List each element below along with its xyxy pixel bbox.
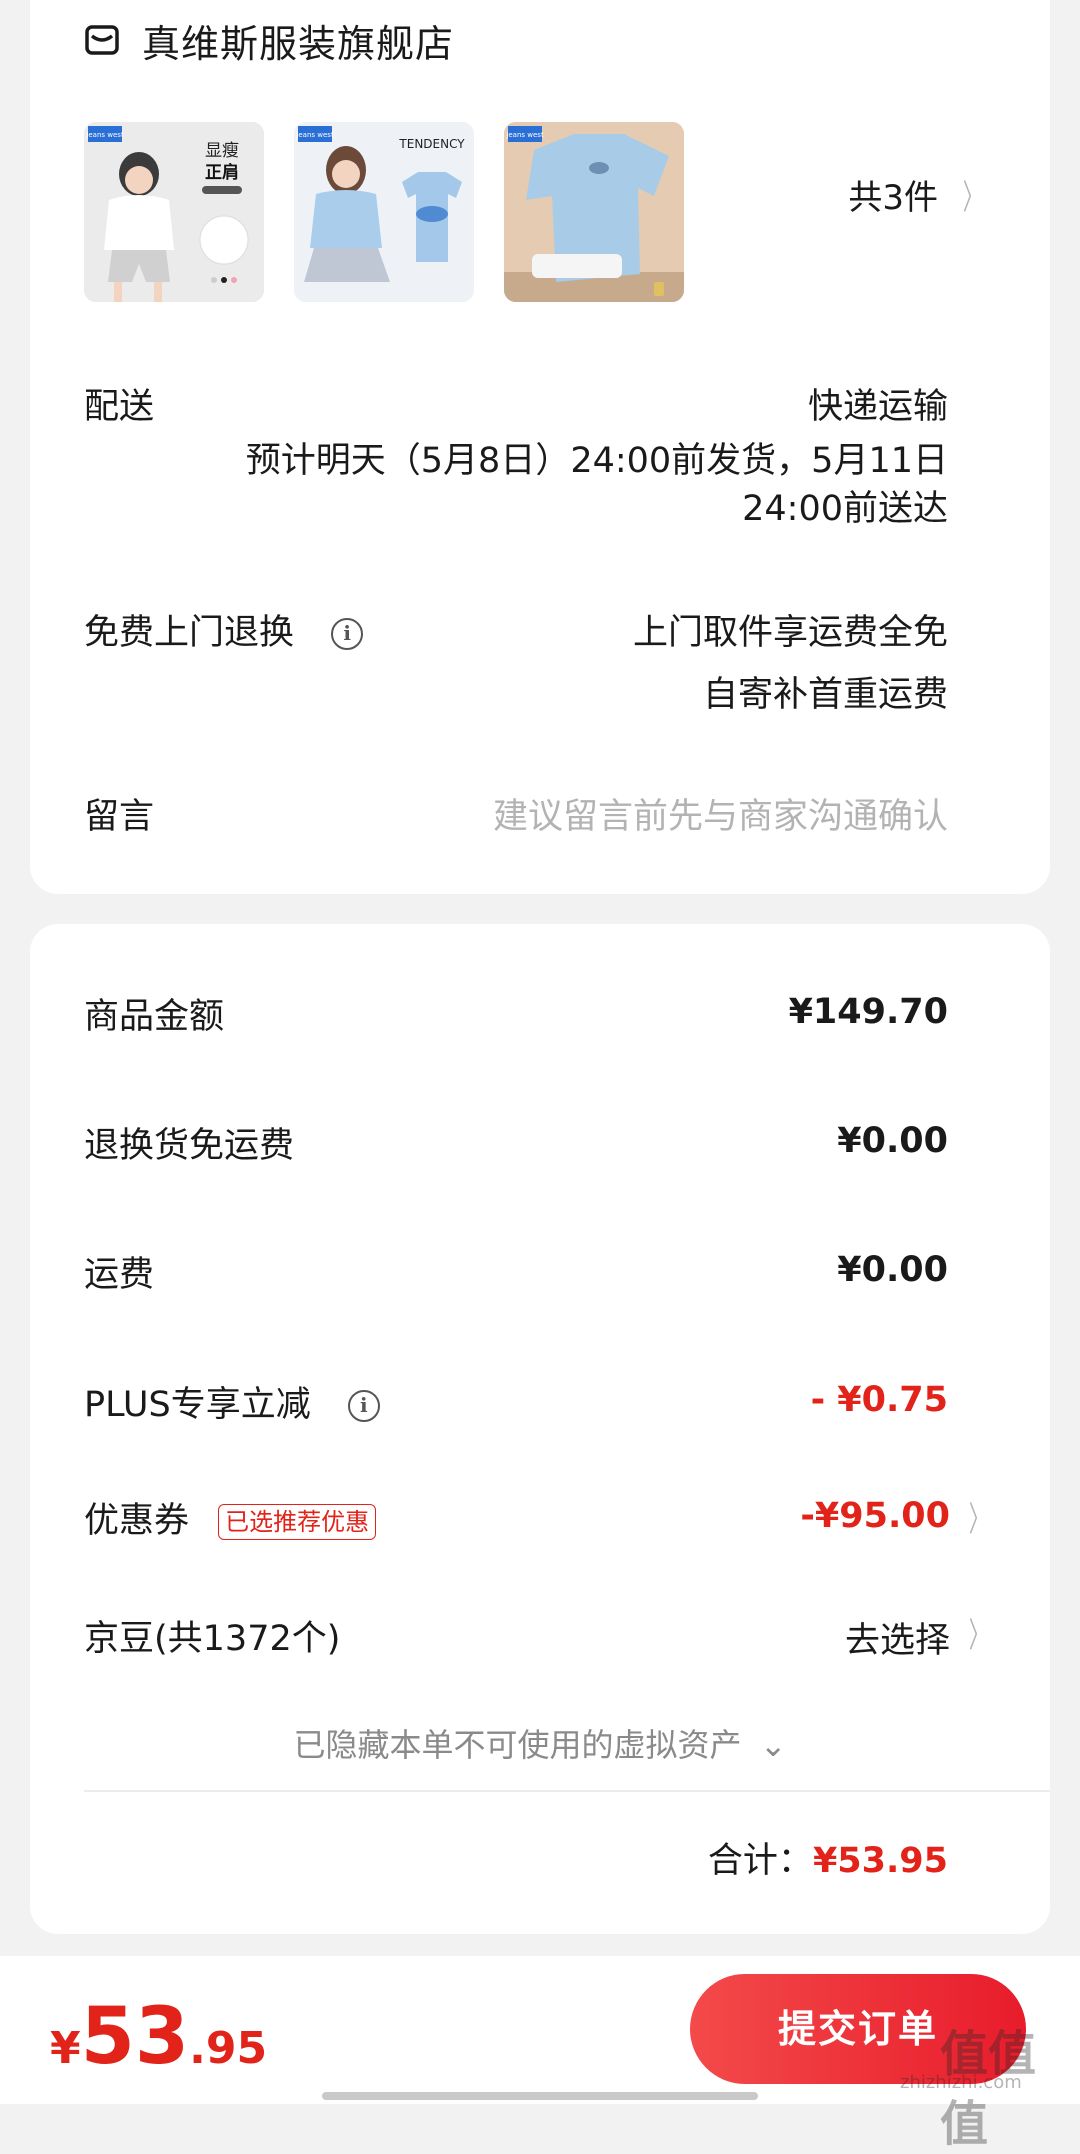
info-icon[interactable]: i [347, 1390, 380, 1422]
info-icon[interactable]: i [331, 618, 364, 650]
coupon-label: 优惠券 [84, 1501, 190, 1541]
return-free-label: 退换货免运费 [84, 1126, 295, 1166]
plus-discount-value: - ¥0.75 [810, 1380, 948, 1420]
shipping-label: 运费 [84, 1255, 155, 1295]
product-thumbnail-3[interactable]: Jeans west [504, 122, 684, 302]
total-label: 合计： [707, 1841, 813, 1881]
thumb2-text: TENDENCY [398, 137, 465, 151]
shipping-value: ¥0.00 [837, 1250, 948, 1290]
item-count-label: 共3件 [848, 178, 938, 218]
return-service-label: 免费上门退换 [84, 613, 295, 653]
total-row: 合计：¥53.95 [708, 1832, 948, 1883]
order-items-card: 真维斯服装旗舰店 Jeans west 显瘦 正肩 Jeans west TEN… [30, 0, 1050, 894]
message-label: 留言 [84, 797, 155, 837]
hidden-assets-toggle[interactable]: 已隐藏本单不可使用的虚拟资产 ⌄ [30, 1720, 1050, 1766]
return-service-row: 免费上门退换 i [84, 604, 364, 655]
return-service-value-1: 上门取件享运费全免 [632, 613, 948, 653]
item-count[interactable]: 共3件 〉 [848, 170, 990, 219]
delivery-estimate-line1: 预计明天（5月8日）24:00前发货，5月11日 [245, 441, 948, 481]
coupon-row: 优惠券 已选推荐优惠 [84, 1492, 377, 1543]
delivery-label: 配送 [84, 387, 155, 427]
brand-badge-3: Jeans west [505, 131, 544, 139]
hidden-assets-note: 已隐藏本单不可使用的虚拟资产 [293, 1726, 742, 1764]
currency-symbol: ¥ [50, 2023, 81, 2074]
thumb1-text-2: 正肩 [205, 162, 239, 183]
chevron-right-icon: 〉 [962, 178, 984, 218]
bottom-bar: ¥53.95 提交订单 值值值 zhizhizhi.com [0, 1956, 1080, 2152]
home-indicator[interactable] [322, 2092, 758, 2100]
thumb1-text-1: 显瘦 [205, 141, 239, 161]
store-name: 真维斯服装旗舰店 [142, 21, 455, 66]
delivery-estimate-line2: 24:00前送达 [742, 489, 948, 529]
total-value: ¥53.95 [812, 1841, 948, 1881]
price-integer: 53 [80, 1992, 190, 2082]
coupon-tag: 已选推荐优惠 [218, 1504, 377, 1540]
message-input[interactable]: 建议留言前先与商家沟通确认 [493, 788, 948, 839]
watermark-url: zhizhizhi.com [900, 2072, 1022, 2093]
return-service-value-2: 自寄补首重运费 [702, 675, 948, 715]
chevron-right-icon[interactable]: 〉 [969, 1492, 989, 1541]
delivery-method[interactable]: 快递运输 [808, 378, 948, 429]
return-free-value: ¥0.00 [837, 1121, 948, 1161]
price-decimal: .95 [189, 2023, 268, 2074]
store-header[interactable]: 真维斯服装旗舰店 [84, 10, 454, 70]
store-icon [85, 25, 119, 55]
brand-badge-2: Jeans west [295, 131, 334, 139]
divider [84, 1790, 1050, 1792]
chevron-down-icon: ⌄ [759, 1726, 787, 1764]
payable-price: ¥53.95 [50, 1992, 267, 2082]
product-thumbnail-1[interactable]: Jeans west 显瘦 正肩 [84, 122, 264, 302]
plus-discount-row: PLUS专享立减 i [84, 1376, 380, 1427]
price-summary-card: 商品金额 ¥149.70 退换货免运费 ¥0.00 运费 ¥0.00 PLUS专… [30, 924, 1050, 1934]
goods-amount-value: ¥149.70 [788, 992, 948, 1032]
goods-amount-label: 商品金额 [84, 997, 225, 1037]
coupon-value[interactable]: -¥95.00 [800, 1496, 950, 1536]
product-thumbnail-2[interactable]: Jeans west TENDENCY [294, 122, 474, 302]
chevron-right-icon[interactable]: 〉 [969, 1608, 989, 1657]
brand-badge-1: Jeans west [85, 131, 124, 139]
plus-discount-label: PLUS专享立减 [84, 1385, 311, 1425]
jingdou-select[interactable]: 去选择 [845, 1612, 950, 1663]
jingdou-label: 京豆(共1372个) [84, 1619, 341, 1659]
